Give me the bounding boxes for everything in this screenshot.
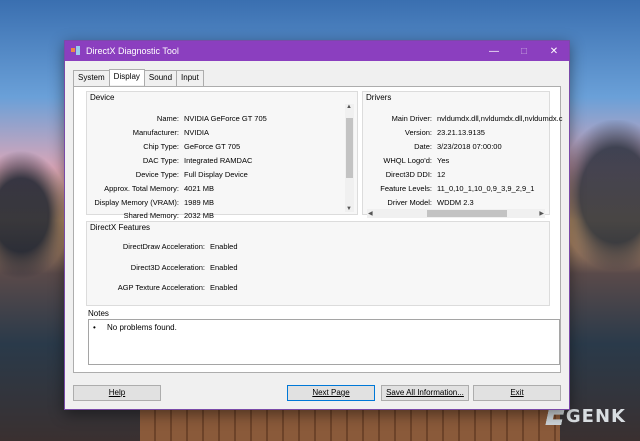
driver-value: Yes [437, 156, 450, 165]
driver-value: WDDM 2.3 [437, 198, 474, 207]
scroll-left-arrow-icon[interactable]: ◀ [368, 210, 373, 217]
driver-key: Driver Model: [387, 198, 432, 207]
device-key: Approx. Total Memory: [104, 184, 179, 193]
save-all-button-label: Save All Information... [386, 388, 464, 397]
drivers-h-scrollbar-thumb[interactable] [427, 210, 507, 217]
notes-textbox[interactable]: • No problems found. [88, 319, 560, 365]
driver-value: 23.21.13.9135 [437, 128, 485, 137]
driver-row-date: Date: 3/23/2018 07:00:00 [363, 142, 502, 151]
feature-key: Direct3D Acceleration: [130, 263, 205, 272]
background-tree-left [0, 150, 70, 280]
feature-row-direct3d: Direct3D Acceleration: Enabled [87, 263, 238, 272]
driver-key: WHQL Logo'd: [383, 156, 432, 165]
driver-value: 11_0,10_1,10_0,9_3,9_2,9_1 [437, 184, 535, 193]
driver-row-model: Driver Model: WDDM 2.3 [363, 198, 474, 207]
drivers-h-scrollbar[interactable]: ◀ ▶ [367, 209, 545, 218]
driver-key: Feature Levels: [380, 184, 432, 193]
device-scrollbar-thumb[interactable] [346, 118, 353, 178]
device-group-title: Device [90, 93, 115, 102]
feature-value: Enabled [210, 263, 238, 272]
driver-key: Version: [404, 128, 432, 137]
features-group-title: DirectX Features [90, 223, 151, 232]
feature-value: Enabled [210, 242, 238, 251]
device-row-total-memory: Approx. Total Memory: 4021 MB [87, 184, 214, 193]
driver-key: Date: [414, 142, 432, 151]
driver-row-version: Version: 23.21.13.9135 [363, 128, 485, 137]
device-value: NVIDIA [184, 128, 210, 137]
scroll-down-arrow-icon[interactable]: ▼ [346, 206, 352, 212]
help-button[interactable]: Help [73, 385, 161, 401]
driver-key: Direct3D DDI: [385, 170, 432, 179]
device-key: Device Type: [135, 170, 179, 179]
device-key: Chip Type: [143, 142, 179, 151]
background-tree-right [560, 120, 640, 270]
driver-row-feature-levels: Feature Levels: 11_0,10_1,10_0,9_3,9_2,9_… [363, 184, 534, 193]
background-pier [140, 405, 560, 441]
exit-button-label: Exit [510, 388, 524, 397]
tab-sound[interactable]: Sound [143, 70, 178, 86]
scroll-right-arrow-icon[interactable]: ▶ [539, 210, 544, 217]
feature-key: DirectDraw Acceleration: [122, 242, 205, 251]
device-key: Shared Memory: [123, 211, 179, 220]
close-button[interactable]: ✕ [539, 46, 569, 57]
tab-strip: System Display Sound Input [73, 69, 204, 86]
driver-value: nvldumdx.dll,nvldumdx.dll,nvldumdx.c [437, 114, 563, 123]
genk-logo-text: GENK [565, 406, 626, 427]
device-value: 4021 MB [184, 184, 215, 193]
driver-value: 12 [437, 170, 446, 179]
directx-app-icon [71, 46, 81, 56]
save-all-information-button[interactable]: Save All Information... [381, 385, 469, 401]
device-value: NVIDIA GeForce GT 705 [184, 114, 267, 123]
device-key: DAC Type: [142, 156, 179, 165]
device-row-shared-memory: Shared Memory: 2032 MB [87, 211, 214, 220]
feature-row-directdraw: DirectDraw Acceleration: Enabled [87, 242, 238, 251]
drivers-group: Drivers Main Driver: nvldumdx.dll,nvldumd… [362, 91, 562, 218]
genk-logo-mark-icon [545, 409, 564, 425]
device-row-dac-type: DAC Type: Integrated RAMDAC [87, 156, 253, 165]
notes-bullet: • [93, 323, 96, 332]
tab-system[interactable]: System [73, 70, 110, 86]
device-value: 1989 MB [184, 198, 215, 207]
device-row-chip-type: Chip Type: GeForce GT 705 [87, 142, 240, 151]
device-row-name: Name: NVIDIA GeForce GT 705 [87, 114, 267, 123]
driver-value: 3/23/2018 07:00:00 [437, 142, 502, 151]
feature-row-agp: AGP Texture Acceleration: Enabled [87, 283, 238, 292]
driver-key: Main Driver: [391, 114, 432, 123]
device-key: Manufacturer: [132, 128, 179, 137]
device-value: 2032 MB [184, 211, 215, 220]
device-value: Integrated RAMDAC [184, 156, 253, 165]
scroll-up-arrow-icon[interactable]: ▲ [346, 104, 352, 110]
device-key: Display Memory (VRAM): [94, 198, 179, 207]
maximize-button[interactable]: □ [509, 46, 539, 57]
title-bar[interactable]: DirectX Diagnostic Tool — □ ✕ [65, 41, 569, 61]
feature-key: AGP Texture Acceleration: [117, 283, 205, 292]
directx-features-group: DirectX Features DirectDraw Acceleration… [86, 221, 550, 306]
exit-button[interactable]: Exit [473, 385, 561, 401]
device-scrollbar[interactable]: ▲ ▼ [345, 104, 354, 212]
feature-value: Enabled [210, 283, 238, 292]
drivers-group-title: Drivers [366, 93, 392, 102]
driver-row-whql: WHQL Logo'd: Yes [363, 156, 449, 165]
tab-display[interactable]: Display [108, 69, 145, 85]
driver-row-main: Main Driver: nvldumdx.dll,nvldumdx.dll,nv… [363, 114, 563, 123]
notes-title: Notes [88, 309, 109, 318]
next-page-button[interactable]: Next Page [287, 385, 375, 401]
minimize-button[interactable]: — [479, 46, 509, 57]
device-value: Full Display Device [184, 170, 248, 179]
device-row-manufacturer: Manufacturer: NVIDIA [87, 128, 209, 137]
device-value: GeForce GT 705 [184, 142, 241, 151]
device-group: Device Name: NVIDIA GeForce GT 705 Manufa… [86, 91, 358, 220]
help-button-label: Help [108, 388, 126, 397]
tab-input[interactable]: Input [176, 70, 204, 86]
driver-row-d3d-ddi: Direct3D DDI: 12 [363, 170, 446, 179]
window-title: DirectX Diagnostic Tool [86, 46, 179, 56]
notes-text: No problems found. [107, 323, 177, 332]
device-row-device-type: Device Type: Full Display Device [87, 170, 248, 179]
next-page-button-label: Next Page [312, 388, 350, 397]
device-row-vram: Display Memory (VRAM): 1989 MB [87, 198, 214, 207]
display-tab-panel: Device Name: NVIDIA GeForce GT 705 Manufa… [73, 86, 562, 373]
device-key: Name: [156, 114, 179, 123]
dxdiag-window: DirectX Diagnostic Tool — □ ✕ System Dis… [64, 40, 570, 410]
